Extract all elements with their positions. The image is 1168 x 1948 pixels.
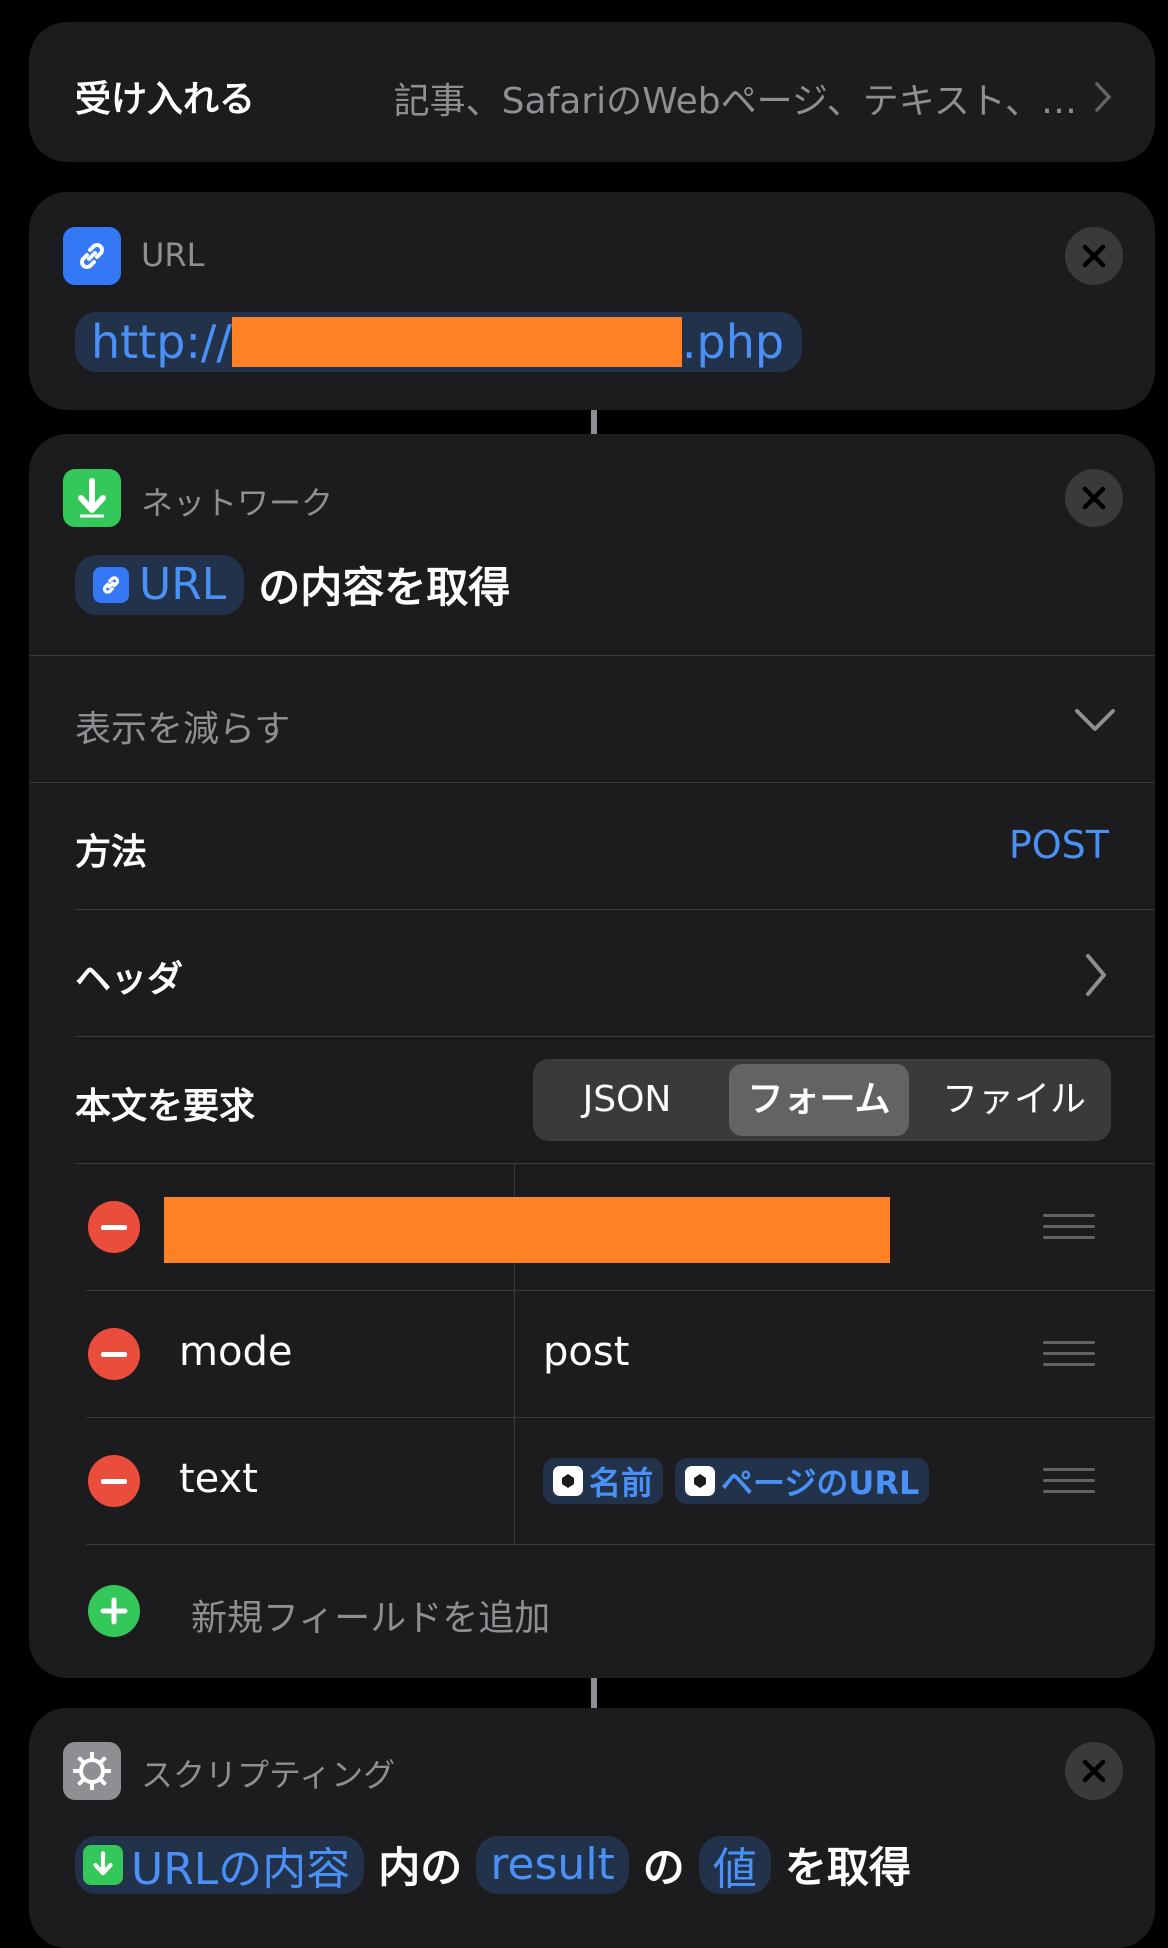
reorder-handle-icon[interactable] [1043,1468,1095,1494]
redacted-field [164,1197,890,1263]
chevron-down-icon [1073,706,1117,738]
form-field-row[interactable] [29,1164,1155,1290]
connector-line [591,410,597,434]
value-type-token[interactable]: 値 [698,1835,771,1895]
remove-field-minus-icon[interactable] [88,1455,140,1507]
field-key[interactable]: mode [179,1329,292,1375]
segment-json[interactable]: JSON [533,1059,721,1141]
url-contents-variable-token[interactable]: URLの内容 [75,1835,365,1895]
headers-row[interactable]: ヘッダ [29,910,1155,1036]
redacted-url-host [231,317,682,367]
url-suffix: .php [681,315,785,369]
show-less-row[interactable]: 表示を減らす [29,656,1155,782]
body-label: 本文を要求 [75,1086,256,1127]
remove-field-minus-icon[interactable] [88,1201,140,1253]
field-value[interactable]: post [543,1329,629,1375]
body-type-segmented-control[interactable]: JSON フォーム ファイル [533,1059,1111,1141]
reorder-handle-icon[interactable] [1043,1214,1095,1240]
add-field-row[interactable]: 新規フィールドを追加 [29,1545,1155,1678]
network-category: ネットワーク [141,484,334,522]
action-title: を取得 [784,1843,911,1892]
segment-file[interactable]: ファイル [917,1059,1111,1141]
accepts-label: 受け入れる [75,79,256,120]
request-body-row: 本文を要求 JSON フォーム ファイル [29,1037,1155,1163]
get-dictionary-value-action-card[interactable]: スクリプティング URLの内容 内の result の 値 を取得 [29,1708,1155,1948]
name-variable-token[interactable]: 名前 [543,1458,664,1504]
action-title: の内容を取得 [258,563,511,612]
column-divider [514,1291,515,1417]
key-result-token[interactable]: result [476,1835,629,1894]
accepts-card[interactable]: 受け入れる 記事、SafariのWebページ、テキスト、… [29,22,1155,162]
show-less-label: 表示を減らす [75,709,291,750]
url-contents-token-label: URLの内容 [131,1843,351,1895]
key-token-label: result [490,1839,615,1890]
reorder-handle-icon[interactable] [1043,1341,1095,1367]
chevron-right-icon [1091,80,1115,114]
method-value[interactable]: POST [1009,823,1109,867]
url-input[interactable]: http:// .php [75,312,803,372]
value-token-label: 値 [712,1843,757,1895]
page-url-variable-token[interactable]: ページのURL [675,1458,930,1504]
column-divider [514,1164,515,1197]
headers-label: ヘッダ [75,959,184,1000]
add-field-plus-icon[interactable] [88,1585,140,1637]
safari-icon [685,1466,716,1496]
url-variable-token[interactable]: URL [75,554,245,615]
accepts-value[interactable]: 記事、SafariのWebページ、テキスト、… [394,72,1077,124]
column-divider [514,1263,515,1290]
page-url-token-label: ページのURL [721,1464,920,1502]
action-text: 内の [378,1843,463,1892]
action-text: の [642,1843,685,1892]
url-category: URL [141,236,205,274]
form-field-row[interactable]: mode post [29,1291,1155,1417]
connector-line [591,1678,597,1708]
remove-field-minus-icon[interactable] [88,1328,140,1380]
column-divider [514,1418,515,1544]
segment-form[interactable]: フォーム [729,1064,909,1136]
remove-scripting-action-close-icon[interactable] [1065,1742,1123,1800]
download-arrow-icon [83,1844,123,1885]
gear-icon [63,1742,121,1800]
remove-network-action-close-icon[interactable] [1065,469,1123,527]
add-field-label: 新規フィールドを追加 [191,1598,551,1639]
url-token-label: URL [139,559,227,610]
download-arrow-icon [63,469,121,527]
method-row[interactable]: 方法 POST [29,783,1155,909]
form-field-row[interactable]: text 名前 ページのURL [29,1418,1155,1544]
url-prefix: http:// [91,315,232,369]
field-key[interactable]: text [179,1456,258,1502]
remove-url-action-close-icon[interactable] [1065,227,1123,285]
scripting-category: スクリプティング [141,1756,396,1794]
url-action-card[interactable]: URL http:// .php [29,192,1155,410]
method-label: 方法 [75,832,148,873]
safari-icon [553,1466,583,1496]
chevron-right-icon [1083,952,1109,1002]
get-contents-action-card[interactable]: ネットワーク URL の内容を取得 表示を減らす 方法 POST ヘッダ 本文を… [29,434,1155,1678]
link-icon [93,566,129,603]
name-token-label: 名前 [589,1464,654,1502]
link-icon [63,227,121,285]
